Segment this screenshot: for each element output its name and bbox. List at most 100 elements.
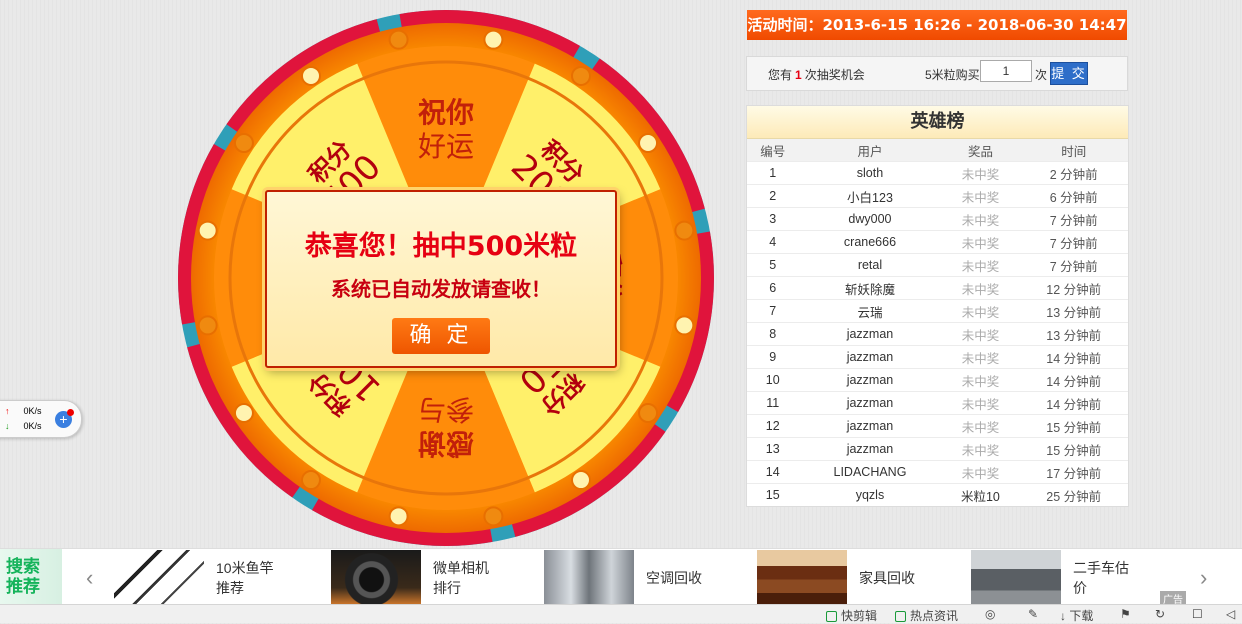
row-prize: 未中奖 xyxy=(941,345,1020,369)
wheel-light xyxy=(571,470,592,491)
activity-time-bar: 活动时间：2013-6-15 16:26 - 2018-06-30 14:47 xyxy=(747,10,1127,40)
wheel-light xyxy=(638,132,659,153)
board-row: 5 retal 未中奖 7 分钟前 xyxy=(747,253,1128,277)
submit-button[interactable]: 提 交 xyxy=(1050,62,1088,85)
wheel-light xyxy=(638,403,659,424)
prev-arrow-icon[interactable]: ‹ xyxy=(86,565,93,591)
buy-label: 5米粒购买 xyxy=(925,68,980,82)
row-time: 13 分钟前 xyxy=(1019,299,1128,323)
hot-news-item[interactable]: 热点资讯 xyxy=(895,607,958,624)
row-user: LIDACHANG xyxy=(798,460,942,484)
chance-count: 1 xyxy=(795,68,802,82)
download-arrow-icon: ↓ xyxy=(1060,609,1070,623)
tools-icon[interactable]: ✎ xyxy=(1028,607,1038,621)
speed-icon[interactable]: ◎ xyxy=(985,607,995,621)
fishing-rod-image xyxy=(114,550,204,604)
row-user: 云瑞 xyxy=(798,299,942,323)
segment-line1: 祝你 xyxy=(418,96,474,129)
play-icon xyxy=(826,611,837,622)
row-prize: 米粒10 xyxy=(941,483,1020,506)
row-time: 25 分钟前 xyxy=(1019,483,1128,506)
wheel-light xyxy=(233,132,254,153)
download-item[interactable]: ↓ 下载 xyxy=(1060,607,1093,624)
board-row: 3 dwy000 未中奖 7 分钟前 xyxy=(747,207,1128,231)
quantity-input[interactable]: 1 xyxy=(980,60,1032,82)
row-prize: 未中奖 xyxy=(941,230,1020,254)
row-number: 6 xyxy=(747,276,799,300)
board-row: 2 小白123 未中奖 6 分钟前 xyxy=(747,184,1128,208)
row-number: 4 xyxy=(747,230,799,254)
wheel-light xyxy=(483,29,504,50)
download-label: 下载 xyxy=(1069,609,1094,623)
row-user: jazzman xyxy=(798,368,942,392)
segment-line2: 参与 xyxy=(418,393,474,426)
row-number: 9 xyxy=(747,345,799,369)
row-number: 13 xyxy=(747,437,799,461)
row-prize: 未中奖 xyxy=(941,368,1020,392)
row-time: 12 分钟前 xyxy=(1019,276,1128,300)
volume-icon[interactable]: ◁ xyxy=(1226,607,1235,621)
row-user: retal xyxy=(798,253,942,277)
row-number: 8 xyxy=(747,322,799,346)
upload-arrow-icon: ↑ xyxy=(5,406,10,416)
prize-subtitle: 系统已自动发放请查收！ xyxy=(331,277,551,301)
row-user: jazzman xyxy=(798,322,942,346)
quantity-unit: 次 xyxy=(1035,68,1048,82)
used-car-image xyxy=(971,550,1061,604)
search-recommend-tag: 搜索推荐 xyxy=(0,549,62,605)
row-number: 11 xyxy=(747,391,799,415)
ad-line1: 家具回收 xyxy=(859,570,915,586)
row-time: 7 分钟前 xyxy=(1019,253,1128,277)
row-number: 3 xyxy=(747,207,799,231)
board-table: 编号 用户 奖品 时间 1 sloth 未中奖 2 分钟前 2 小白123 未中奖 6 分钟前 3 dw… xyxy=(747,139,1128,506)
flag-icon[interactable]: ⚑ xyxy=(1120,607,1131,621)
wheel-light xyxy=(674,315,695,336)
row-time: 14 分钟前 xyxy=(1019,345,1128,369)
next-arrow-icon[interactable]: › xyxy=(1200,565,1207,591)
ad-line1: 微单相机 xyxy=(433,560,489,576)
row-number: 5 xyxy=(747,253,799,277)
row-number: 14 xyxy=(747,460,799,484)
confirm-button[interactable]: 确 定 xyxy=(392,318,490,354)
board-row: 8 jazzman 未中奖 13 分钟前 xyxy=(747,322,1128,346)
row-prize: 未中奖 xyxy=(941,184,1020,208)
row-prize: 未中奖 xyxy=(941,253,1020,277)
upload-speed: 0K/s xyxy=(23,406,42,416)
board-row: 9 jazzman 未中奖 14 分钟前 xyxy=(747,345,1128,369)
segment-line2: 好运 xyxy=(418,130,474,163)
browser-status-bar: 快剪辑 热点资讯 ◎ ✎ ↓ 下载 ⚑ ↻ ☐ ◁ xyxy=(0,604,1242,623)
ad-line2: 推荐 xyxy=(216,580,244,596)
row-time: 7 分钟前 xyxy=(1019,207,1128,231)
hero-board: 英雄榜 编号 用户 奖品 时间 1 sloth 未中奖 2 分钟前 2 小白123 未中奖 6 分钟… xyxy=(746,105,1129,507)
board-row: 1 sloth 未中奖 2 分钟前 xyxy=(747,161,1128,185)
wheel-light xyxy=(388,29,409,50)
refresh-icon[interactable]: ↻ xyxy=(1155,607,1165,621)
row-time: 15 分钟前 xyxy=(1019,414,1128,438)
board-row: 4 crane666 未中奖 7 分钟前 xyxy=(747,230,1128,254)
row-user: sloth xyxy=(798,161,942,185)
row-time: 15 分钟前 xyxy=(1019,437,1128,461)
quick-clip-item[interactable]: 快剪辑 xyxy=(826,607,877,624)
row-prize: 未中奖 xyxy=(941,391,1020,415)
row-time: 17 分钟前 xyxy=(1019,460,1128,484)
ad-bar: 搜索推荐 ‹ 10米鱼竿 推荐 微单相机 排行 空调回收 家具回收 二手车估价 › … xyxy=(0,548,1242,606)
wheel-light xyxy=(197,315,218,336)
chance-box: 您有 1 次抽奖机会 5米粒购买 1 次 提 交 xyxy=(746,56,1128,91)
row-time: 2 分钟前 xyxy=(1019,161,1128,185)
network-speed-widget[interactable]: ↑ 0K/s ↓ 0K/s + xyxy=(0,400,82,438)
chance-text: 您有 1 次抽奖机会 xyxy=(768,66,865,83)
row-number: 2 xyxy=(747,184,799,208)
download-speed: 0K/s xyxy=(23,421,42,431)
wheel-light xyxy=(300,470,321,491)
row-user: jazzman xyxy=(798,345,942,369)
row-number: 15 xyxy=(747,483,799,506)
activity-time-label: 活动时间： xyxy=(747,16,823,34)
window-icon[interactable]: ☐ xyxy=(1192,607,1203,621)
row-prize: 未中奖 xyxy=(941,207,1020,231)
wheel-light xyxy=(197,220,218,241)
row-user: dwy000 xyxy=(798,207,942,231)
wheel-light xyxy=(483,506,504,527)
row-time: 14 分钟前 xyxy=(1019,391,1128,415)
row-user: 斩妖除魔 xyxy=(798,276,942,300)
wheel-segment-label: 祝你好运 xyxy=(418,96,474,163)
